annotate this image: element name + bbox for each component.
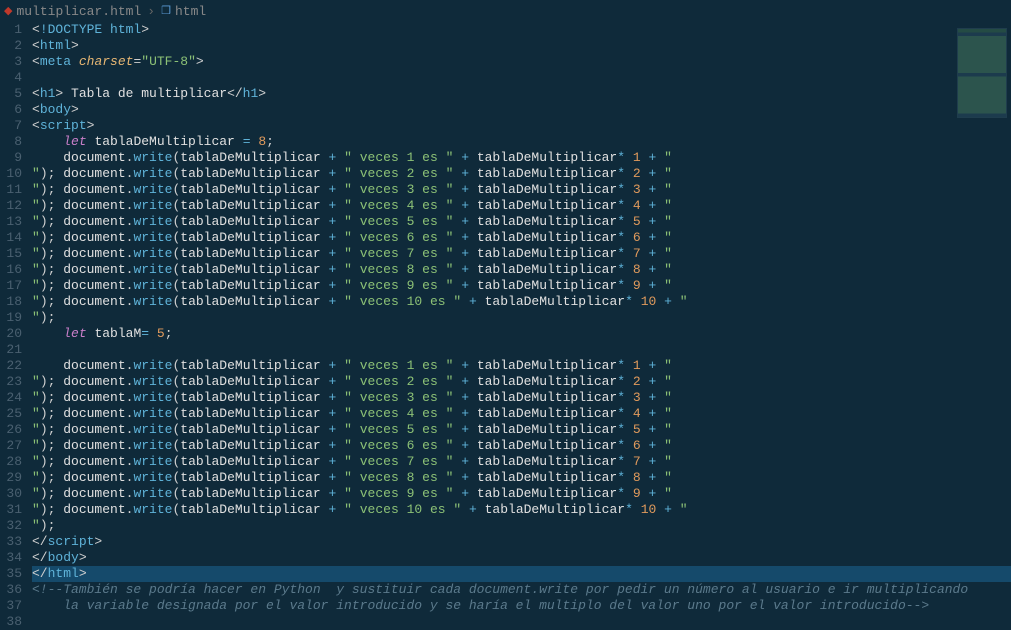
html-file-icon: ◆ xyxy=(4,4,12,18)
line-number: 38 xyxy=(0,614,22,630)
line-number: 33 xyxy=(0,534,22,550)
code-line[interactable]: <!--También se podría hacer en Python y … xyxy=(32,582,1011,598)
code-line[interactable]: </script> xyxy=(32,534,1011,550)
line-number: 4 xyxy=(0,70,22,86)
breadcrumb-symbol-label: html xyxy=(175,4,206,19)
line-number: 9 xyxy=(0,150,22,166)
code-line[interactable]: <!DOCTYPE html> xyxy=(32,22,1011,38)
code-line[interactable]: document.write(tablaDeMultiplicar + " ve… xyxy=(32,422,1011,438)
code-area[interactable]: <!DOCTYPE html><html><meta charset="UTF-… xyxy=(32,22,1011,617)
line-number: 25 xyxy=(0,406,22,422)
line-number: 26 xyxy=(0,422,22,438)
line-number: 27 xyxy=(0,438,22,454)
line-number: 29 xyxy=(0,470,22,486)
line-number: 31 xyxy=(0,502,22,518)
breadcrumb-symbol[interactable]: ❒ html xyxy=(161,4,206,19)
code-line[interactable]: let tablaM= 5; xyxy=(32,326,1011,342)
code-line[interactable]: document.write(tablaDeMultiplicar + " ve… xyxy=(32,502,1011,518)
line-number: 2 xyxy=(0,38,22,54)
line-number: 15 xyxy=(0,246,22,262)
code-line[interactable]: <meta charset="UTF-8"> xyxy=(32,54,1011,70)
code-line[interactable] xyxy=(32,310,1011,326)
line-number: 35 xyxy=(0,566,22,582)
breadcrumb-file-label: multiplicar.html xyxy=(16,4,141,19)
code-line[interactable]: document.write(tablaDeMultiplicar + " ve… xyxy=(32,454,1011,470)
line-number: 1 xyxy=(0,22,22,38)
line-number: 8 xyxy=(0,134,22,150)
line-number: 34 xyxy=(0,550,22,566)
code-line[interactable] xyxy=(32,614,1011,630)
code-line[interactable]: document.write(tablaDeMultiplicar + " ve… xyxy=(32,246,1011,262)
code-line[interactable] xyxy=(32,70,1011,86)
code-line[interactable]: document.write(tablaDeMultiplicar + " ve… xyxy=(32,150,1011,166)
code-line[interactable] xyxy=(32,342,1011,358)
code-line[interactable]: document.write(tablaDeMultiplicar + " ve… xyxy=(32,486,1011,502)
code-line[interactable]: <body> xyxy=(32,102,1011,118)
line-number: 5 xyxy=(0,86,22,102)
code-line[interactable]: document.write(tablaDeMultiplicar + " ve… xyxy=(32,214,1011,230)
line-number: 10 xyxy=(0,166,22,182)
line-number: 12 xyxy=(0,198,22,214)
line-number: 13 xyxy=(0,214,22,230)
code-line[interactable]: document.write(tablaDeMultiplicar + " ve… xyxy=(32,438,1011,454)
code-line[interactable]: document.write(tablaDeMultiplicar + " ve… xyxy=(32,294,1011,310)
code-line[interactable]: document.write(tablaDeMultiplicar + " ve… xyxy=(32,230,1011,246)
line-number: 19 xyxy=(0,310,22,326)
code-line[interactable]: </body> xyxy=(32,550,1011,566)
line-number: 18 xyxy=(0,294,22,310)
code-line[interactable]: document.write(tablaDeMultiplicar + " ve… xyxy=(32,374,1011,390)
line-number: 14 xyxy=(0,230,22,246)
line-number: 16 xyxy=(0,262,22,278)
code-line[interactable]: document.write(tablaDeMultiplicar + " ve… xyxy=(32,358,1011,374)
line-number: 3 xyxy=(0,54,22,70)
breadcrumb: ◆ multiplicar.html › ❒ html xyxy=(0,0,1011,22)
line-number: 37 xyxy=(0,598,22,614)
line-number: 30 xyxy=(0,486,22,502)
line-number-gutter: 1234567891011121314151617181920212223242… xyxy=(0,22,32,617)
code-line[interactable]: document.write(tablaDeMultiplicar + " ve… xyxy=(32,470,1011,486)
line-number: 6 xyxy=(0,102,22,118)
code-line[interactable]: document.write(tablaDeMultiplicar + " ve… xyxy=(32,262,1011,278)
code-line[interactable] xyxy=(32,518,1011,534)
line-number: 28 xyxy=(0,454,22,470)
code-line[interactable]: document.write(tablaDeMultiplicar + " ve… xyxy=(32,278,1011,294)
line-number: 22 xyxy=(0,358,22,374)
code-line[interactable]: la variable designada por el valor intro… xyxy=(32,598,1011,614)
code-line[interactable]: document.write(tablaDeMultiplicar + " ve… xyxy=(32,182,1011,198)
line-number: 20 xyxy=(0,326,22,342)
chevron-right-icon: › xyxy=(147,4,155,19)
line-number: 17 xyxy=(0,278,22,294)
code-editor[interactable]: 1234567891011121314151617181920212223242… xyxy=(0,22,1011,617)
symbol-icon: ❒ xyxy=(161,4,171,18)
line-number: 36 xyxy=(0,582,22,598)
code-line[interactable]: document.write(tablaDeMultiplicar + " ve… xyxy=(32,406,1011,422)
code-line[interactable]: </html> xyxy=(32,566,1011,582)
line-number: 23 xyxy=(0,374,22,390)
code-line[interactable]: let tablaDeMultiplicar = 8; xyxy=(32,134,1011,150)
breadcrumb-file[interactable]: ◆ multiplicar.html xyxy=(4,4,141,19)
code-line[interactable]: document.write(tablaDeMultiplicar + " ve… xyxy=(32,390,1011,406)
line-number: 24 xyxy=(0,390,22,406)
code-line[interactable]: <h1> Tabla de multiplicar</h1> xyxy=(32,86,1011,102)
code-line[interactable]: document.write(tablaDeMultiplicar + " ve… xyxy=(32,166,1011,182)
code-line[interactable]: <html> xyxy=(32,38,1011,54)
minimap-viewport[interactable] xyxy=(958,29,1006,117)
line-number: 7 xyxy=(0,118,22,134)
code-line[interactable]: <script> xyxy=(32,118,1011,134)
minimap[interactable] xyxy=(957,28,1007,118)
code-line[interactable]: document.write(tablaDeMultiplicar + " ve… xyxy=(32,198,1011,214)
line-number: 11 xyxy=(0,182,22,198)
line-number: 21 xyxy=(0,342,22,358)
line-number: 32 xyxy=(0,518,22,534)
